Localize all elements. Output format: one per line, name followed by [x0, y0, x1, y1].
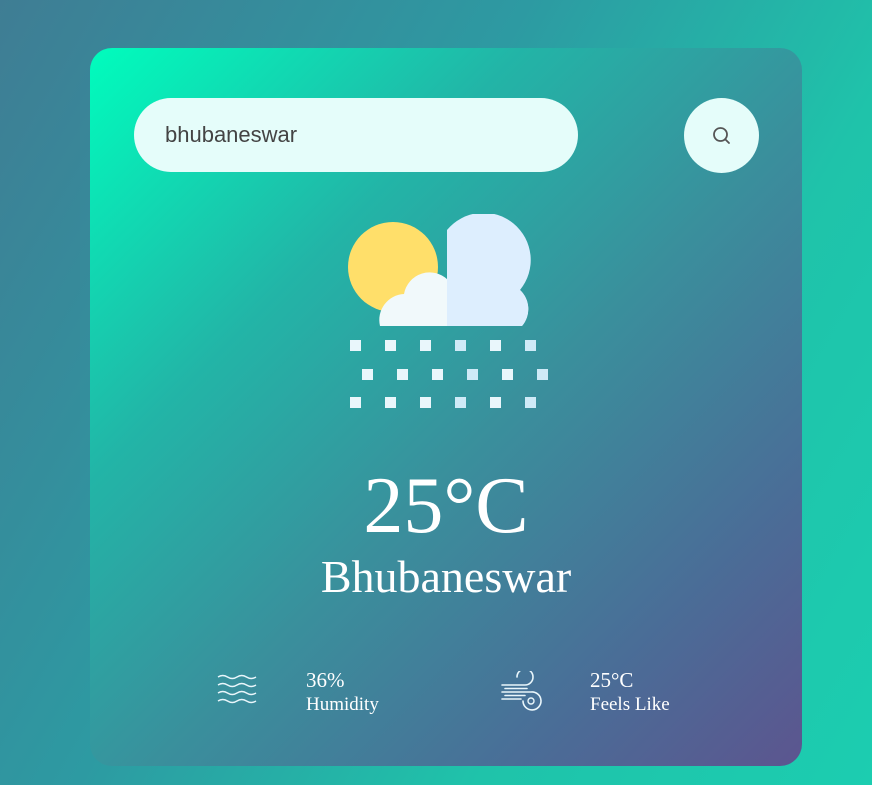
weather-card: 25°C Bhubaneswar 36% Humidity 25°C Feels… [90, 48, 802, 766]
humidity-label: Humidity [306, 694, 379, 715]
wind-icon [501, 671, 542, 711]
feels-like-value: 25°C [590, 668, 634, 692]
search-button[interactable] [684, 98, 759, 173]
humidity-waves-icon [217, 674, 257, 704]
search-input[interactable] [134, 98, 578, 172]
app-background: { "search": { "value": "bhubaneswar", "b… [0, 0, 872, 785]
temperature: 25°C [363, 462, 529, 550]
humidity-value: 36% [306, 668, 345, 692]
feels-like-label: Feels Like [590, 694, 670, 715]
city-name: Bhubaneswar [320, 551, 572, 602]
cloud-sun-snow-icon [348, 214, 548, 408]
search-icon [712, 126, 730, 144]
